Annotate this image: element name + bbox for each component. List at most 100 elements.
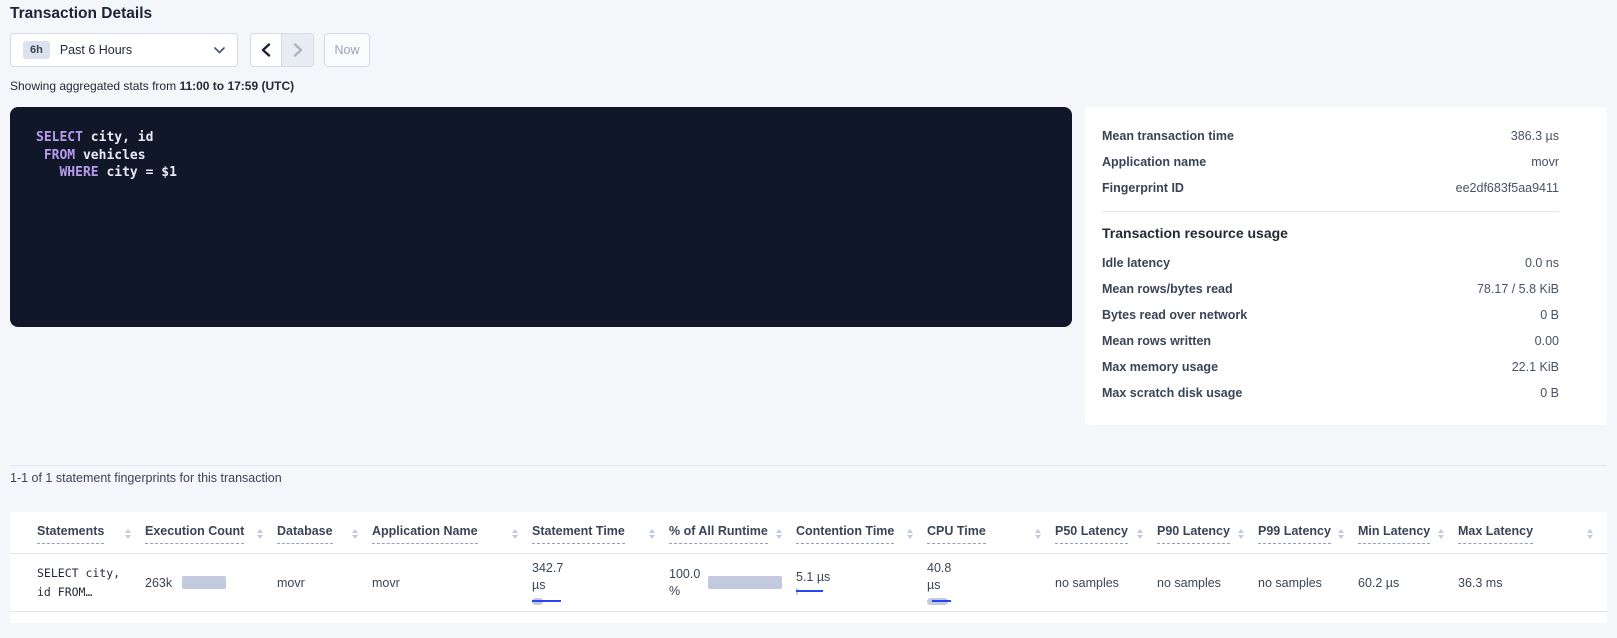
- sort-icon[interactable]: [770, 529, 782, 540]
- execution-count-value: 263k: [145, 576, 172, 590]
- time-range-badge: 6h: [23, 41, 50, 59]
- stat-label: Max scratch disk usage: [1102, 386, 1242, 400]
- sort-icon[interactable]: [643, 529, 655, 540]
- sort-icon[interactable]: [506, 529, 518, 540]
- cpu-time-value: 40.8: [927, 560, 1055, 577]
- stat-label: Fingerprint ID: [1102, 181, 1184, 195]
- p50-latency-cell: no samples: [1055, 576, 1157, 590]
- time-nav-group: [250, 33, 314, 67]
- sort-icon[interactable]: [251, 529, 263, 540]
- stats-period-prefix: Showing aggregated stats from: [10, 79, 179, 93]
- sql-keyword: WHERE: [59, 165, 98, 180]
- stat-label: Mean rows written: [1102, 334, 1211, 348]
- stat-label: Idle latency: [1102, 256, 1170, 270]
- column-header-max-latency[interactable]: Max Latency: [1458, 524, 1607, 553]
- column-header-statement-time[interactable]: Statement Time: [532, 524, 669, 553]
- column-header-p90-latency[interactable]: P90 Latency: [1157, 524, 1258, 553]
- sql-text: vehicles: [75, 148, 145, 163]
- stat-label: Mean transaction time: [1102, 129, 1234, 143]
- time-range-label: Past 6 Hours: [60, 43, 132, 57]
- statement-time-bar-chart: [532, 598, 564, 606]
- prev-time-button[interactable]: [250, 33, 282, 67]
- stat-label: Bytes read over network: [1102, 308, 1247, 322]
- sql-keyword: SELECT: [36, 130, 83, 145]
- column-header-pct-of-all-runtime[interactable]: % of All Runtime: [669, 524, 796, 553]
- statements-table: Statements Execution Count Database Appl…: [10, 512, 1607, 623]
- stat-value: 0.0 ns: [1525, 256, 1559, 270]
- sort-icon[interactable]: [1232, 529, 1244, 540]
- column-header-cpu-time[interactable]: CPU Time: [927, 524, 1055, 553]
- stat-row-max-scratch-disk-usage: Max scratch disk usage 0 B: [1102, 380, 1559, 406]
- next-time-button[interactable]: [282, 33, 314, 67]
- execution-count-bar: [182, 576, 226, 589]
- statement-time-value: 342.7: [532, 560, 669, 577]
- pct-runtime-value: 100.0: [669, 566, 700, 583]
- column-header-statements[interactable]: Statements: [37, 524, 145, 553]
- resource-usage-title: Transaction resource usage: [1102, 225, 1559, 241]
- chevron-right-icon: [293, 43, 303, 57]
- stat-value: 0 B: [1540, 386, 1559, 400]
- sort-icon[interactable]: [1432, 529, 1444, 540]
- cpu-time-cell: 40.8 µs: [927, 560, 1055, 606]
- sort-icon[interactable]: [901, 529, 913, 540]
- min-latency-cell: 60.2 µs: [1358, 576, 1458, 590]
- application-name-cell: movr: [372, 576, 532, 590]
- statements-count-caption: 1-1 of 1 statement fingerprints for this…: [10, 471, 282, 485]
- page-title: Transaction Details: [10, 5, 152, 23]
- stats-period-range: 11:00 to 17:59 (UTC): [179, 79, 294, 93]
- sort-icon[interactable]: [1029, 529, 1041, 540]
- section-divider: [10, 465, 1607, 466]
- column-header-contention-time[interactable]: Contention Time: [796, 524, 927, 553]
- column-header-database[interactable]: Database: [277, 524, 372, 553]
- contention-time-value: 5.1 µs: [796, 570, 830, 584]
- column-header-min-latency[interactable]: Min Latency: [1358, 524, 1458, 553]
- stat-label: Mean rows/bytes read: [1102, 282, 1233, 296]
- cpu-time-unit: µs: [927, 577, 1055, 594]
- sql-statement-box: SELECT city, id FROM vehicles WHERE city…: [10, 107, 1072, 327]
- statement-text-line: id FROM…: [37, 583, 145, 602]
- p99-latency-cell: no samples: [1258, 576, 1358, 590]
- transaction-stats-panel: Mean transaction time 386.3 µs Applicati…: [1085, 107, 1607, 425]
- stat-label: Max memory usage: [1102, 360, 1218, 374]
- statement-time-cell: 342.7 µs: [532, 560, 669, 606]
- contention-time-cell: 5.1 µs: [796, 570, 927, 596]
- database-cell: movr: [277, 576, 372, 590]
- stat-value: 22.1 KiB: [1512, 360, 1559, 374]
- sql-line: FROM vehicles: [36, 147, 1046, 165]
- time-controls: 6h Past 6 Hours Now: [10, 33, 370, 67]
- column-header-execution-count[interactable]: Execution Count: [145, 524, 277, 553]
- sql-line: WHERE city = $1: [36, 164, 1046, 182]
- stat-value: 78.17 / 5.8 KiB: [1477, 282, 1559, 296]
- stat-row-mean-rows-written: Mean rows written 0.00: [1102, 328, 1559, 354]
- stat-row-mean-rows-bytes-read: Mean rows/bytes read 78.17 / 5.8 KiB: [1102, 276, 1559, 302]
- pct-runtime-unit: %: [669, 583, 700, 600]
- statement-text-line: SELECT city,: [37, 564, 145, 583]
- now-button[interactable]: Now: [324, 33, 370, 67]
- stat-row-mean-transaction-time: Mean transaction time 386.3 µs: [1102, 123, 1559, 149]
- column-header-p99-latency[interactable]: P99 Latency: [1258, 524, 1358, 553]
- sort-icon[interactable]: [346, 529, 358, 540]
- sort-icon[interactable]: [1581, 529, 1593, 540]
- table-header-row: Statements Execution Count Database Appl…: [10, 512, 1607, 554]
- statement-time-unit: µs: [532, 577, 669, 594]
- time-range-picker[interactable]: 6h Past 6 Hours: [10, 33, 238, 67]
- p90-latency-cell: no samples: [1157, 576, 1258, 590]
- column-header-application-name[interactable]: Application Name: [372, 524, 532, 553]
- table-row: SELECT city, id FROM… 263k movr movr 342…: [10, 554, 1607, 612]
- sort-icon[interactable]: [1131, 529, 1143, 540]
- chevron-left-icon: [261, 43, 271, 57]
- sort-icon[interactable]: [1332, 529, 1344, 540]
- stat-value: 0 B: [1540, 308, 1559, 322]
- stat-row-idle-latency: Idle latency 0.0 ns: [1102, 250, 1559, 276]
- panel-divider: [1102, 211, 1559, 212]
- stat-value: ee2df683f5aa9411: [1456, 181, 1559, 195]
- statement-fingerprint-link[interactable]: SELECT city, id FROM…: [37, 564, 145, 602]
- stat-value: movr: [1531, 155, 1559, 169]
- sql-text: city, id: [83, 130, 153, 145]
- pct-runtime-cell: 100.0 %: [669, 566, 796, 600]
- sort-icon[interactable]: [119, 529, 131, 540]
- cpu-time-bar-chart: [927, 598, 959, 606]
- column-header-p50-latency[interactable]: P50 Latency: [1055, 524, 1157, 553]
- sql-line: SELECT city, id: [36, 129, 1046, 147]
- stat-row-max-memory-usage: Max memory usage 22.1 KiB: [1102, 354, 1559, 380]
